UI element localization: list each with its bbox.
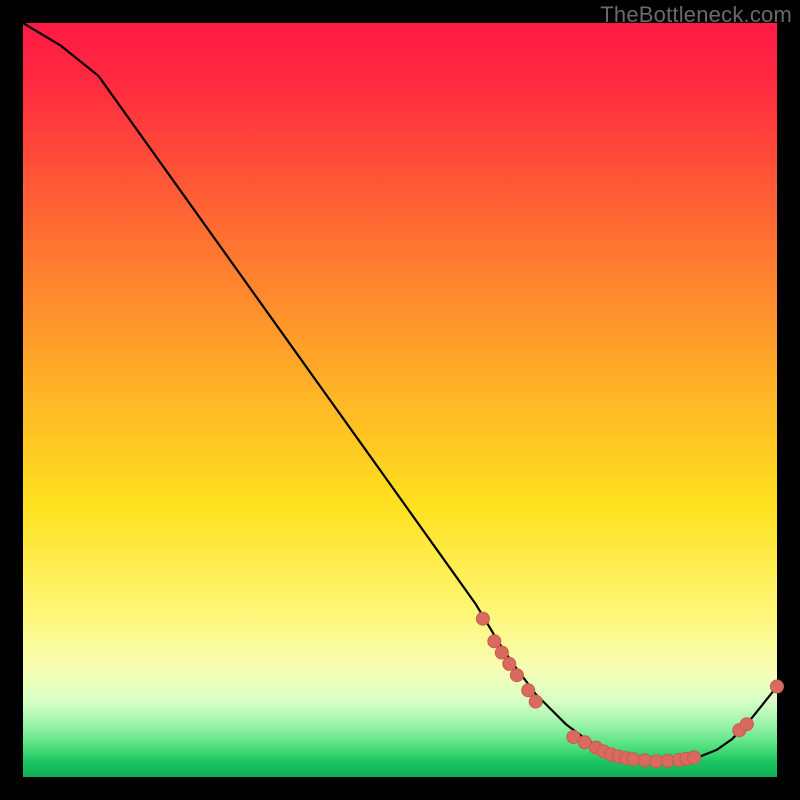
curve-marker: [510, 669, 523, 682]
curve-marker: [529, 695, 542, 708]
curve-marker: [522, 684, 535, 697]
bottleneck-curve: [23, 23, 777, 761]
curve-marker: [740, 718, 753, 731]
marker-group: [476, 612, 783, 768]
curve-marker: [476, 612, 489, 625]
watermark-text: TheBottleneck.com: [600, 2, 792, 28]
plot-area: [23, 23, 777, 777]
curve-marker: [503, 657, 516, 670]
curve-layer: [23, 23, 777, 777]
chart-stage: TheBottleneck.com: [0, 0, 800, 800]
curve-marker: [688, 751, 701, 764]
curve-marker: [488, 635, 501, 648]
curve-marker: [495, 646, 508, 659]
curve-marker: [771, 680, 784, 693]
